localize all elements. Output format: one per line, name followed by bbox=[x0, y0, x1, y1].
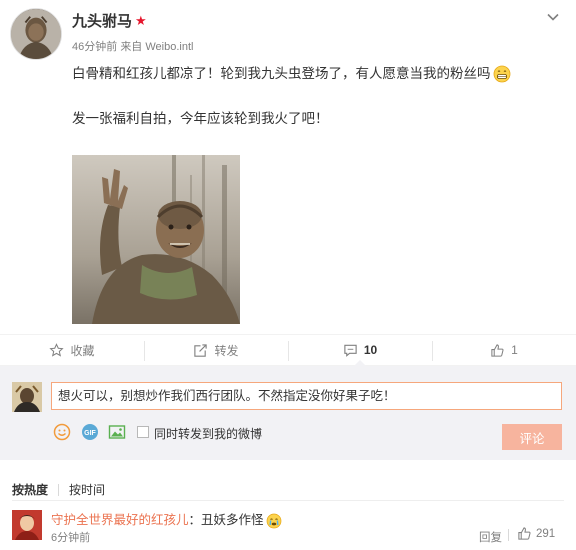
chevron-down-icon[interactable] bbox=[546, 10, 560, 24]
repost-checkbox-label[interactable]: 同时转发到我的微博 bbox=[154, 425, 262, 442]
comment-action-divider bbox=[508, 529, 509, 541]
action-bar: 收藏 转发 10 1 bbox=[0, 334, 576, 366]
comment-icon bbox=[344, 344, 357, 357]
favorite-button[interactable]: 收藏 bbox=[0, 335, 144, 365]
author-name-row: 九头驸马 ★ bbox=[72, 10, 147, 31]
post-source: Weibo.intl bbox=[145, 41, 194, 53]
favorite-label: 收藏 bbox=[70, 343, 95, 358]
comment-sort-tabs: 按热度 按时间 bbox=[12, 481, 105, 498]
comment-composer: 想火可以，别想炒作我们西行团队。不然指定没你好果子吃！ GIF 同时转发到我的微… bbox=[0, 366, 576, 460]
comment-like-button[interactable]: 291 bbox=[517, 526, 555, 541]
author-avatar[interactable] bbox=[10, 8, 62, 60]
comment-like-count: 291 bbox=[536, 527, 556, 540]
source-prefix: 来自 bbox=[120, 41, 143, 53]
sort-divider bbox=[58, 483, 60, 496]
submit-comment-button[interactable]: 评论 bbox=[502, 424, 562, 450]
reply-button[interactable]: 回复 bbox=[479, 529, 502, 545]
repost-button[interactable]: 转发 bbox=[144, 335, 288, 365]
post-text-line-1: 白骨精和红孩儿都凉了！轮到我九头虫登场了，有人愿意当我的粉丝吗 bbox=[72, 62, 511, 83]
comment-text: 守护全世界最好的红孩儿：丑妖多作怪 bbox=[51, 509, 282, 529]
weibo-post-card: 九头驸马 ★ 46分钟前 来自 Weibo.intl 白骨精和红孩儿都凉了！轮到… bbox=[0, 0, 576, 550]
svg-text:GIF: GIF bbox=[84, 430, 96, 437]
comment-list-divider bbox=[12, 500, 564, 501]
sort-by-time-tab[interactable]: 按时间 bbox=[69, 481, 105, 498]
thumbs-up-icon bbox=[518, 527, 531, 540]
post-text-1: 白骨精和红孩儿都凉了！轮到我九头虫登场了，有人愿意当我的粉丝吗 bbox=[72, 66, 491, 81]
comment-input[interactable]: 想火可以，别想炒作我们西行团队。不然指定没你好果子吃！ bbox=[51, 382, 562, 410]
comment-body: 丑妖多作怪 bbox=[201, 513, 264, 527]
comment-button[interactable]: 10 bbox=[288, 335, 432, 366]
commenter-name[interactable]: 守护全世界最好的红孩儿 bbox=[51, 513, 189, 527]
gif-icon[interactable]: GIF bbox=[81, 423, 99, 441]
post-time[interactable]: 46分钟前 bbox=[72, 41, 117, 53]
verified-star-icon: ★ bbox=[135, 13, 147, 28]
like-count: 1 bbox=[511, 343, 518, 357]
picture-icon[interactable] bbox=[108, 423, 126, 441]
post-meta: 46分钟前 来自 Weibo.intl bbox=[72, 38, 193, 54]
grin-emoji-icon bbox=[493, 65, 511, 83]
current-user-avatar[interactable] bbox=[12, 382, 42, 412]
post-text-line-2: 发一张福利自拍，今年应该轮到我火了吧！ bbox=[72, 111, 329, 126]
comment-separator: ： bbox=[188, 513, 202, 527]
thumbs-up-icon bbox=[491, 343, 504, 357]
author-name[interactable]: 九头驸马 bbox=[72, 10, 132, 31]
sort-by-hot-tab[interactable]: 按热度 bbox=[12, 481, 48, 498]
comment-count: 10 bbox=[363, 343, 378, 357]
smile-icon[interactable] bbox=[53, 423, 71, 441]
star-outline-icon bbox=[49, 342, 65, 357]
repost-label: 转发 bbox=[214, 343, 239, 358]
commenter-avatar[interactable] bbox=[12, 510, 42, 540]
repost-checkbox[interactable] bbox=[137, 426, 149, 438]
post-photo[interactable] bbox=[72, 155, 240, 324]
like-button[interactable]: 1 bbox=[432, 335, 576, 365]
crying-emoji-icon bbox=[266, 513, 282, 529]
repost-icon bbox=[194, 343, 208, 357]
comment-time: 6分钟前 bbox=[51, 532, 91, 544]
